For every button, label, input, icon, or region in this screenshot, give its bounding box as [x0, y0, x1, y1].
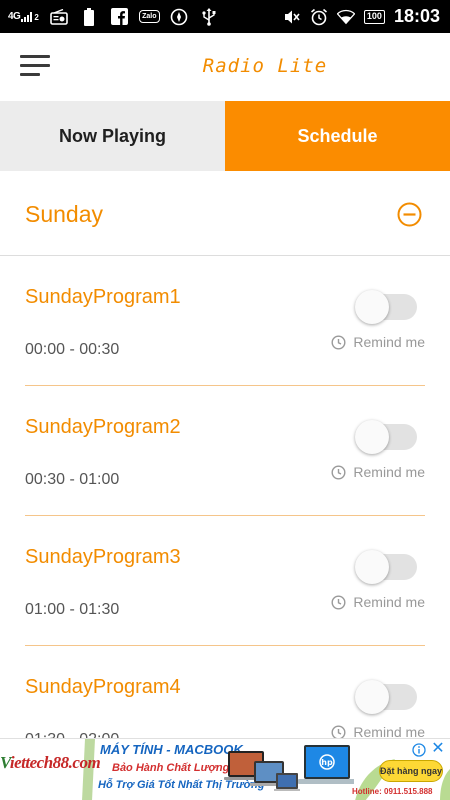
remind-me-text: Remind me — [353, 334, 425, 350]
ad-laptops-image: hp — [224, 745, 354, 791]
ad-logo-v: V — [0, 753, 10, 772]
svg-text:hp: hp — [321, 758, 333, 767]
remind-toggle[interactable] — [353, 678, 421, 716]
clock-icon — [331, 464, 346, 480]
screen: 4G 2 Zalo 100 18:03 Radio Lite Now Playi… — [0, 0, 450, 800]
remind-me-label[interactable]: Remind me — [331, 334, 425, 350]
network-type: 4G — [8, 11, 21, 22]
program-time: 00:00 - 00:30 — [25, 341, 120, 358]
collapse-minus-icon[interactable] — [397, 202, 422, 227]
program-item: SundayProgram1 00:00 - 00:30 Remind me — [0, 256, 450, 386]
tab-bar: Now Playing Schedule — [0, 101, 450, 171]
toggle-thumb — [355, 290, 389, 324]
ad-title: MÁY TÍNH - MACBOOK — [100, 742, 243, 757]
tab-now-playing[interactable]: Now Playing — [0, 101, 225, 171]
remind-toggle[interactable] — [353, 418, 421, 456]
battery-saver-icon — [80, 7, 98, 26]
ad-logo-text: iettech88.com — [9, 753, 101, 772]
status-bar: 4G 2 Zalo 100 18:03 — [0, 0, 450, 33]
wifi-icon — [336, 8, 355, 26]
app-title: Radio Lite — [202, 55, 328, 77]
ad-logo: Viettech88.com — [0, 753, 101, 779]
remind-toggle[interactable] — [353, 548, 421, 586]
ad-info-icon[interactable] — [412, 743, 426, 757]
network-indicator: 4G 2 — [8, 11, 39, 22]
toggle-thumb — [355, 550, 389, 584]
compass-icon — [170, 8, 188, 26]
toggle-thumb — [355, 680, 389, 714]
remind-me-text: Remind me — [353, 594, 425, 610]
remind-me-label[interactable]: Remind me — [331, 594, 425, 610]
status-bar-system: 100 18:03 — [283, 0, 440, 33]
remind-me-text: Remind me — [353, 464, 425, 480]
program-item: SundayProgram2 00:30 - 01:00 Remind me — [0, 386, 450, 516]
zalo-icon: Zalo — [139, 8, 160, 26]
remind-me-label[interactable]: Remind me — [331, 464, 425, 480]
facebook-icon — [110, 8, 128, 26]
remind-toggle[interactable] — [353, 288, 421, 326]
clock-icon — [331, 334, 346, 350]
ad-hotline: Hotline: 0911.515.888 — [352, 787, 433, 796]
app-bar: Radio Lite — [0, 33, 450, 101]
status-bar-notifications: 4G 2 Zalo — [0, 0, 218, 33]
ad-order-button[interactable]: Đặt hàng ngay — [379, 760, 443, 782]
network-sim-number: 2 — [34, 13, 39, 22]
battery-level: 100 — [363, 9, 385, 24]
zalo-label: Zalo — [139, 10, 160, 23]
ad-close-icon[interactable]: ✕ — [430, 741, 446, 757]
signal-bars-icon — [21, 12, 33, 22]
program-item: SundayProgram3 01:00 - 01:30 Remind me — [0, 516, 450, 646]
day-header[interactable]: Sunday — [0, 171, 450, 256]
program-name: SundayProgram1 — [25, 286, 181, 308]
mute-icon — [283, 8, 301, 26]
toggle-thumb — [355, 420, 389, 454]
program-time: 00:30 - 01:00 — [25, 471, 120, 488]
usb-icon — [200, 7, 218, 26]
program-time: 01:00 - 01:30 — [25, 601, 120, 618]
radio-icon — [50, 8, 69, 26]
clock-icon — [331, 594, 346, 610]
day-title: Sunday — [25, 201, 104, 227]
program-name: SundayProgram2 — [25, 416, 181, 438]
ad-banner[interactable]: Viettech88.com MÁY TÍNH - MACBOOK Bảo Hà… — [0, 738, 450, 800]
alarm-icon — [310, 8, 328, 26]
tab-schedule[interactable]: Schedule — [225, 101, 450, 171]
ad-tagline-warranty: Bảo Hành Chất Lượng — [112, 762, 230, 774]
program-name: SundayProgram3 — [25, 546, 181, 568]
clock-time: 18:03 — [393, 6, 440, 26]
program-name: SundayProgram4 — [25, 676, 181, 698]
